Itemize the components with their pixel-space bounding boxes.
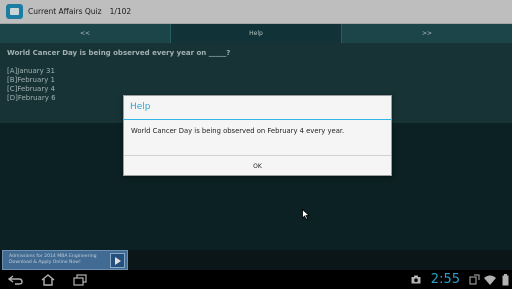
dialog-title: Help — [130, 102, 151, 112]
help-dialog: Help World Cancer Day is being observed … — [123, 95, 392, 176]
ok-button[interactable]: OK — [124, 156, 391, 177]
mouse-cursor-icon — [302, 205, 311, 224]
dialog-title-divider — [124, 119, 391, 120]
dialog-message: World Cancer Day is being observed on Fe… — [131, 127, 345, 135]
